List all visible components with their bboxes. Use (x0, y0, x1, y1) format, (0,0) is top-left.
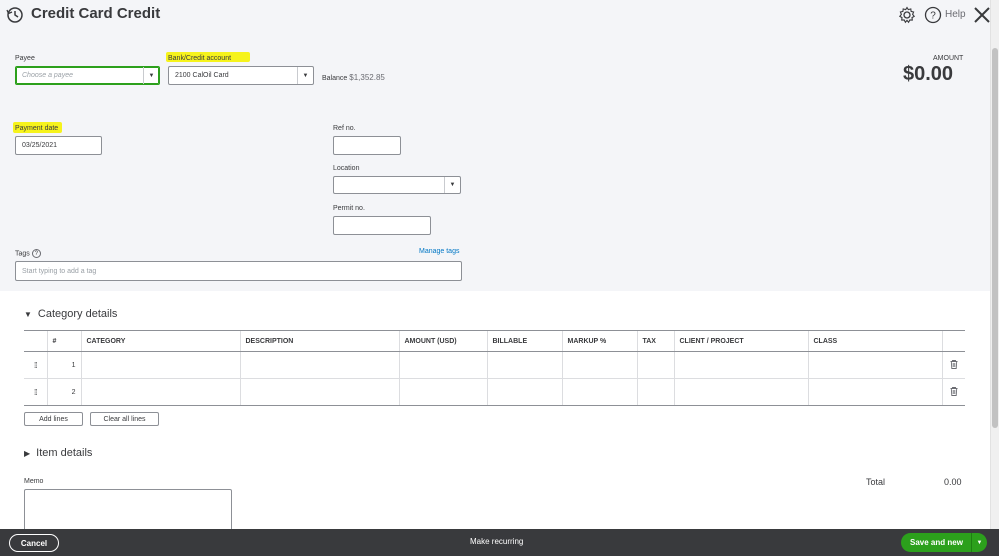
amount-value: $0.00 (903, 63, 954, 85)
item-details-toggle[interactable]: ▶ Item details (24, 447, 92, 459)
total-label: Total (866, 477, 886, 487)
tax-cell[interactable] (636, 351, 674, 379)
footer-bar: Cancel Make recurring Save and new ▼ (0, 529, 999, 556)
help-icon[interactable]: ? (924, 6, 942, 24)
tags-placeholder: Start typing to add a tag (22, 267, 97, 275)
column-header: BILLABLE (486, 330, 562, 352)
make-recurring-link[interactable]: Make recurring (470, 537, 523, 546)
ref-no-input[interactable] (333, 136, 401, 155)
help-label[interactable]: Help (945, 9, 966, 20)
category-details-table: # CATEGORY DESCRIPTION AMOUNT (USD) BILL… (24, 330, 965, 406)
billable-cell[interactable] (486, 351, 562, 379)
drag-handle-icon[interactable]: ⁞⁞ (24, 378, 47, 406)
memo-textarea[interactable] (24, 489, 232, 531)
payment-date-input[interactable]: 03/25/2021 (15, 136, 102, 155)
balance-value: $1,352.85 (349, 73, 385, 82)
vertical-scrollbar[interactable] (990, 0, 999, 529)
column-header: MARKUP % (561, 330, 637, 352)
memo-label: Memo (24, 478, 44, 485)
markup-cell[interactable] (561, 378, 637, 406)
bank-account-label: Bank/Credit account (168, 55, 232, 62)
help-icon[interactable]: ? (31, 249, 41, 258)
table-row[interactable]: ⁞⁞ 1 (24, 351, 965, 379)
payee-label: Payee (15, 55, 35, 62)
history-icon[interactable] (4, 4, 26, 26)
description-cell[interactable] (239, 378, 399, 406)
trash-icon[interactable] (941, 378, 965, 406)
scrollbar-thumb[interactable] (992, 48, 998, 428)
trash-icon[interactable] (941, 351, 965, 379)
location-select[interactable]: ▼ (333, 176, 461, 194)
amount-cell[interactable] (398, 378, 487, 406)
class-cell[interactable] (807, 351, 942, 379)
category-cell[interactable] (80, 351, 240, 379)
add-lines-button[interactable]: Add lines (24, 412, 83, 426)
chevron-down-icon[interactable]: ▼ (143, 67, 159, 84)
close-icon[interactable] (973, 6, 991, 24)
drag-column-header (24, 330, 47, 352)
row-number: 1 (46, 351, 81, 379)
chevron-down-icon[interactable]: ▼ (971, 533, 987, 552)
category-details-title: Category details (37, 308, 118, 320)
page-title: Credit Card Credit (31, 5, 161, 22)
client-project-cell[interactable] (673, 351, 808, 379)
payee-select[interactable]: Choose a payee ▼ (15, 66, 160, 85)
item-details-title: Item details (36, 447, 93, 459)
gear-icon[interactable] (898, 6, 916, 24)
column-header: CLIENT / PROJECT (673, 330, 808, 352)
amount-cell[interactable] (398, 351, 487, 379)
caret-down-icon: ▼ (24, 310, 32, 319)
manage-tags-link[interactable]: Manage tags (419, 248, 459, 255)
client-project-cell[interactable] (673, 378, 808, 406)
balance: Balance $1,352.85 (322, 73, 385, 82)
trash-column-header (941, 330, 965, 352)
chevron-down-icon[interactable]: ▼ (444, 177, 460, 193)
bank-account-select[interactable]: 2100 CalOil Card ▼ (168, 66, 314, 85)
clear-all-lines-button[interactable]: Clear all lines (90, 412, 159, 426)
payment-date-label: Payment date (15, 125, 59, 132)
description-cell[interactable] (239, 351, 399, 379)
tags-label-wrap: Tags? (15, 249, 41, 258)
table-header-row: # CATEGORY DESCRIPTION AMOUNT (USD) BILL… (24, 330, 965, 352)
form-header-area (0, 0, 990, 291)
permit-no-input[interactable] (333, 216, 431, 235)
drag-handle-icon[interactable]: ⁞⁞ (24, 351, 47, 379)
category-cell[interactable] (80, 378, 240, 406)
payee-placeholder: Choose a payee (22, 72, 73, 79)
column-header: DESCRIPTION (239, 330, 399, 352)
column-header: TAX (636, 330, 674, 352)
markup-cell[interactable] (561, 351, 637, 379)
svg-text:?: ? (930, 11, 936, 22)
tags-input[interactable]: Start typing to add a tag (15, 261, 462, 281)
column-header: AMOUNT (USD) (398, 330, 487, 352)
balance-label: Balance (322, 75, 348, 82)
table-row[interactable]: ⁞⁞ 2 (24, 378, 965, 406)
column-header: # (46, 330, 81, 352)
class-cell[interactable] (807, 378, 942, 406)
cancel-button[interactable]: Cancel (9, 534, 59, 552)
permit-no-label: Permit no. (333, 205, 365, 212)
chevron-down-icon[interactable]: ▼ (297, 67, 313, 84)
caret-right-icon: ▶ (24, 449, 31, 458)
column-header: CATEGORY (80, 330, 240, 352)
billable-cell[interactable] (486, 378, 562, 406)
payment-date-value: 03/25/2021 (22, 142, 58, 149)
save-and-new-button[interactable]: Save and new ▼ (901, 533, 987, 552)
column-header: CLASS (807, 330, 942, 352)
tags-label: Tags (15, 250, 30, 258)
ref-no-label: Ref no. (333, 125, 356, 132)
category-details-toggle[interactable]: ▼ Category details (24, 308, 117, 320)
amount-label: AMOUNT (933, 55, 964, 62)
location-label: Location (333, 165, 360, 172)
total-value: 0.00 (944, 477, 962, 487)
tax-cell[interactable] (636, 378, 674, 406)
bank-account-value: 2100 CalOil Card (175, 72, 229, 79)
row-number: 2 (46, 378, 81, 406)
save-and-new-label: Save and new (910, 538, 963, 547)
